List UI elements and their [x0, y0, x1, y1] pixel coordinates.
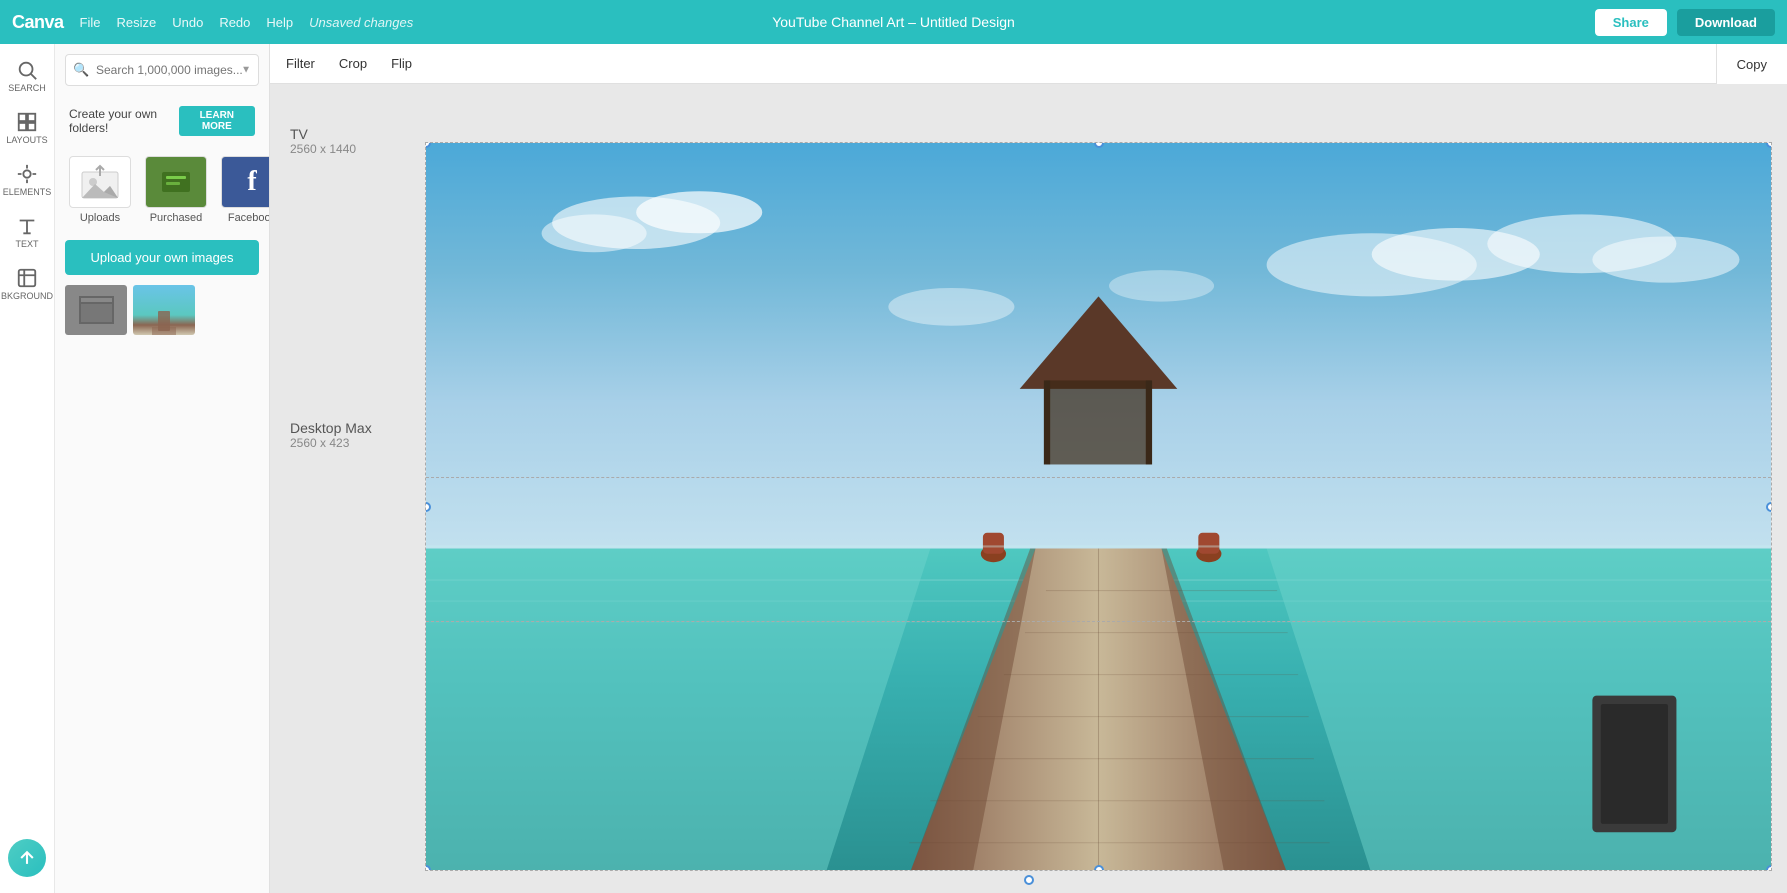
design-title: YouTube Channel Art – Untitled Design	[772, 14, 1015, 30]
canvas-image-container[interactable]	[425, 142, 1772, 871]
uploads-thumb-box	[69, 156, 131, 208]
top-bar: Canva File Resize Undo Redo Help Unsaved…	[0, 0, 1787, 44]
filter-button[interactable]: Filter	[286, 56, 315, 71]
uploaded-thumbnails	[65, 285, 259, 335]
sidebar-item-label-text: TEXT	[15, 239, 38, 249]
layouts-icon	[16, 111, 38, 133]
folders-section: Create your own folders! LEARN MORE	[65, 98, 259, 144]
handle-br[interactable]	[1766, 865, 1772, 871]
facebook-thumb-icon: f	[232, 164, 270, 200]
desktop-zone-label: Desktop Max 2560 x 423	[290, 420, 372, 450]
search-dropdown-icon[interactable]: ▼	[241, 65, 251, 76]
download-button[interactable]: Download	[1677, 9, 1775, 36]
source-purchased[interactable]: Purchased	[141, 152, 211, 228]
sidebar-item-search[interactable]: SEARCH	[3, 52, 51, 100]
search-container: 🔍 ▼	[65, 54, 259, 86]
canva-logo[interactable]: Canva	[12, 12, 64, 33]
svg-text:f: f	[247, 166, 257, 197]
uploads-label: Uploads	[80, 212, 120, 224]
facebook-label: Facebook	[228, 212, 270, 224]
background-icon	[16, 267, 38, 289]
thumbnail-2[interactable]	[133, 285, 195, 335]
handle-mr[interactable]	[1766, 502, 1772, 512]
menu-resize[interactable]: Resize	[116, 15, 156, 30]
secondary-toolbar: Filter Crop Flip	[270, 44, 1787, 84]
elements-icon	[16, 163, 38, 185]
canvas-area: TV 2560 x 1440 Desktop Max 2560 x 423	[270, 84, 1787, 893]
search-icon-left: 🔍	[73, 62, 89, 78]
sidebar-item-label-elements: ELEMENTS	[3, 187, 52, 197]
thumbnail-1[interactable]	[65, 285, 127, 335]
text-icon	[16, 215, 38, 237]
desktop-zone-line-bottom	[426, 621, 1771, 622]
sidebar-item-label-background: BKGROUND	[1, 291, 53, 301]
upload-arrow-icon	[17, 848, 37, 868]
topbar-left: Canva File Resize Undo Redo Help Unsaved…	[12, 12, 413, 33]
handle-bm[interactable]	[1094, 865, 1104, 871]
folders-text: Create your own folders!	[69, 107, 179, 135]
facebook-thumb-box: f	[221, 156, 270, 208]
search-icon	[16, 59, 38, 81]
sidebar-item-text[interactable]: TEXT	[3, 208, 51, 256]
menu-undo[interactable]: Undo	[172, 15, 203, 30]
upload-circle-button[interactable]	[8, 839, 46, 877]
left-panel: 🔍 ▼ Create your own folders! LEARN MORE …	[55, 44, 270, 893]
source-facebook[interactable]: f Facebook	[217, 152, 270, 228]
uploads-thumb-icon	[80, 164, 120, 200]
share-button[interactable]: Share	[1595, 9, 1667, 36]
tv-size: 2560 x 1440	[290, 142, 356, 156]
sidebar-item-background[interactable]: BKGROUND	[3, 260, 51, 308]
thumbnail-1-icon	[79, 296, 114, 324]
purchased-thumb-icon	[156, 164, 196, 200]
desktop-size: 2560 x 423	[290, 436, 372, 450]
copy-button[interactable]: Copy	[1716, 44, 1787, 84]
desktop-label: Desktop Max	[290, 420, 372, 436]
sidebar-item-layouts[interactable]: LAYOUTS	[3, 104, 51, 152]
source-uploads[interactable]: Uploads	[65, 152, 135, 228]
menu-help[interactable]: Help	[266, 15, 293, 30]
menu-file[interactable]: File	[80, 15, 101, 30]
tv-zone-label: TV 2560 x 1440	[290, 126, 356, 156]
source-grid: Uploads Purchased f Facebook	[65, 152, 259, 228]
beach-scene	[426, 143, 1771, 870]
crop-button[interactable]: Crop	[339, 56, 367, 71]
upload-button[interactable]: Upload your own images	[65, 240, 259, 275]
desktop-zone-line-top	[426, 477, 1771, 478]
search-input[interactable]	[65, 54, 259, 86]
icon-sidebar: SEARCH LAYOUTS ELEMENTS TEXT BKGROUND	[0, 44, 55, 893]
learn-more-button[interactable]: LEARN MORE	[179, 106, 255, 136]
sidebar-item-label-layouts: LAYOUTS	[6, 135, 47, 145]
tv-label: TV	[290, 126, 356, 142]
purchased-thumb-box	[145, 156, 207, 208]
sidebar-item-elements[interactable]: ELEMENTS	[3, 156, 51, 204]
handle-rotate[interactable]	[1024, 875, 1034, 885]
menu-redo[interactable]: Redo	[219, 15, 250, 30]
sidebar-item-label-search: SEARCH	[8, 83, 46, 93]
purchased-label: Purchased	[150, 212, 203, 224]
topbar-right: Share Download	[1595, 9, 1775, 36]
unsaved-indicator: Unsaved changes	[309, 15, 413, 30]
flip-button[interactable]: Flip	[391, 56, 412, 71]
